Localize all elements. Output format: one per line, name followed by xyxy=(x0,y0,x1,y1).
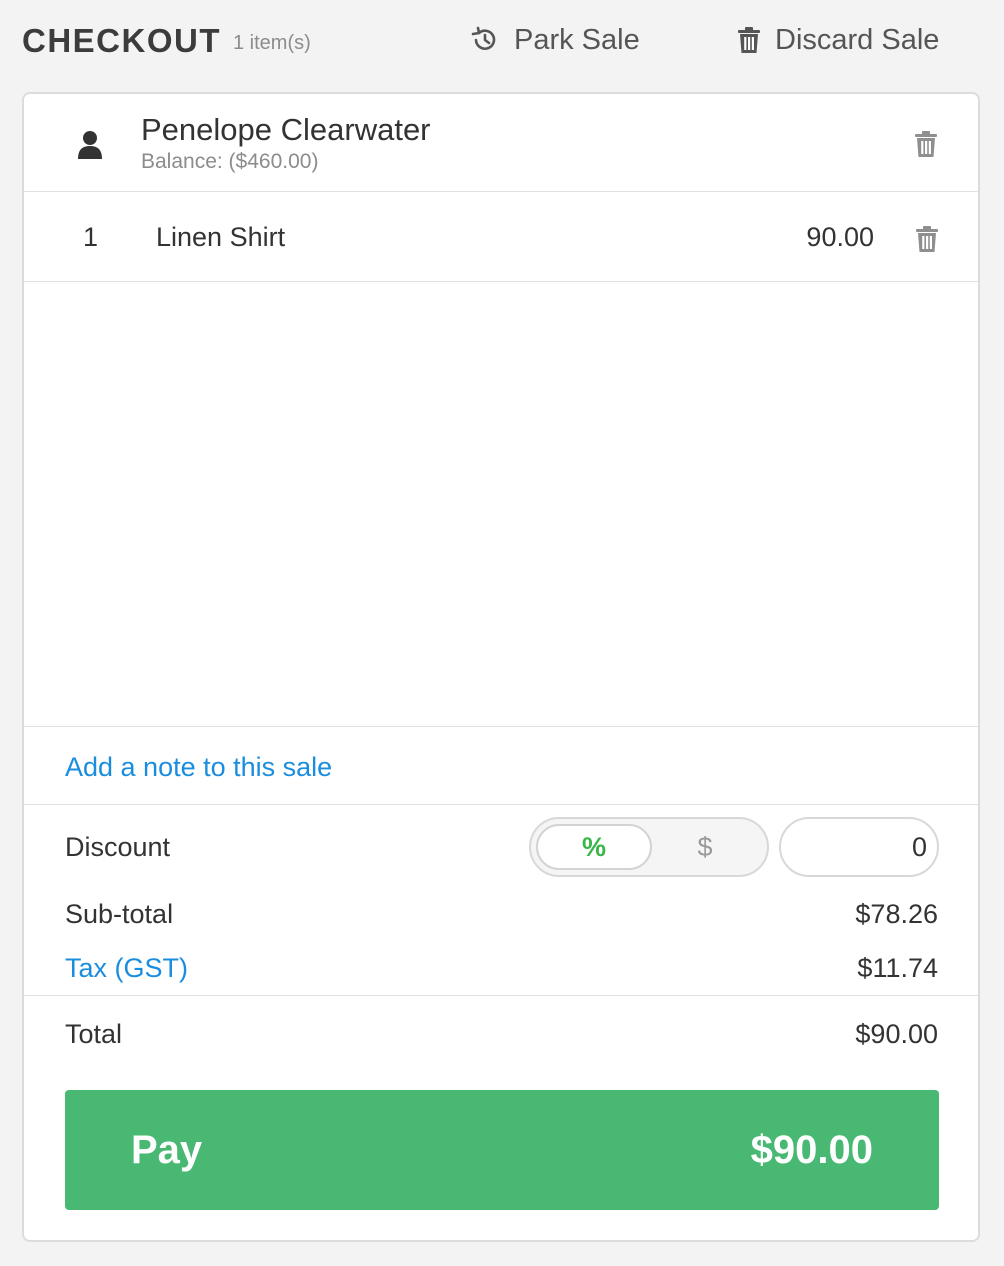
subtotal-label: Sub-total xyxy=(65,899,174,929)
discount-label: Discount xyxy=(65,832,171,862)
checkout-header: CHECKOUT 1 item(s) Park Sale Discard Sal… xyxy=(0,0,1004,92)
park-sale-button[interactable]: Park Sale xyxy=(470,22,640,58)
divider xyxy=(24,191,978,192)
divider xyxy=(24,804,978,805)
discard-sale-button[interactable]: Discard Sale xyxy=(737,22,939,58)
pay-amount: $90.00 xyxy=(750,1128,873,1172)
page-title: CHECKOUT xyxy=(22,22,221,59)
line-item-qty[interactable]: 1 xyxy=(83,222,98,253)
subtotal-value: $78.26 xyxy=(855,899,938,929)
divider xyxy=(24,281,978,282)
park-sale-label: Park Sale xyxy=(514,23,640,56)
discount-percent-option[interactable]: % xyxy=(536,824,652,870)
trash-icon xyxy=(737,26,761,54)
line-item-name[interactable]: Linen Shirt xyxy=(156,222,285,253)
tax-value: $11.74 xyxy=(857,953,938,983)
discount-type-toggle[interactable]: % $ xyxy=(529,817,769,877)
history-icon xyxy=(470,25,500,55)
user-icon xyxy=(77,130,103,165)
customer-balance: Balance: ($460.00) xyxy=(141,150,319,173)
total-value: $90.00 xyxy=(855,1019,938,1049)
total-label: Total xyxy=(65,1019,123,1049)
pay-button[interactable]: Pay $90.00 xyxy=(65,1090,939,1210)
divider xyxy=(24,995,978,996)
trash-icon xyxy=(914,130,938,158)
line-item-price[interactable]: 90.00 xyxy=(806,222,874,253)
sale-panel: Penelope Clearwater Balance: ($460.00) 1… xyxy=(22,92,980,1242)
discount-input[interactable] xyxy=(779,817,939,877)
item-count: 1 item(s) xyxy=(233,32,311,54)
discard-sale-label: Discard Sale xyxy=(775,23,940,56)
add-note-link[interactable]: Add a note to this sale xyxy=(65,752,332,783)
tax-link[interactable]: Tax (GST) xyxy=(65,953,188,984)
pay-label: Pay xyxy=(131,1128,203,1172)
trash-icon xyxy=(915,225,939,253)
remove-customer-button[interactable] xyxy=(914,130,938,158)
discount-dollar-option[interactable]: $ xyxy=(647,824,763,870)
remove-line-item-button[interactable] xyxy=(915,225,939,253)
customer-name[interactable]: Penelope Clearwater xyxy=(141,112,431,148)
divider xyxy=(24,726,978,727)
